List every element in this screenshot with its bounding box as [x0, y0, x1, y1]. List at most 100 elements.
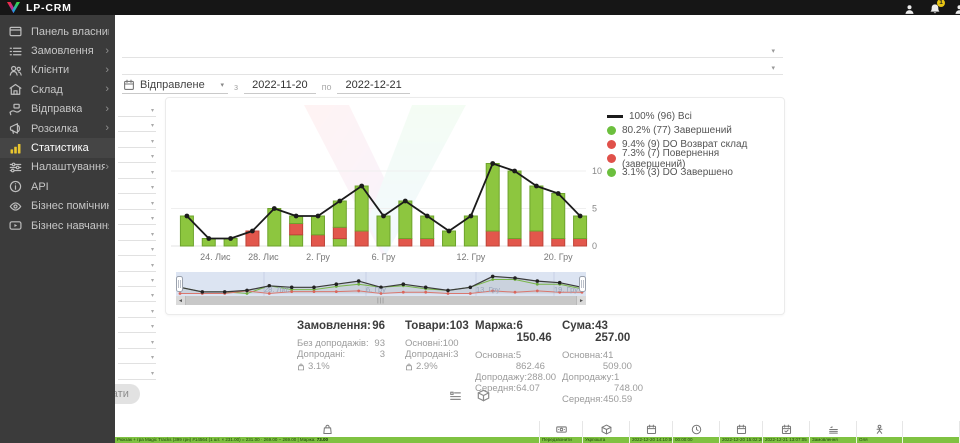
sidebar-item-mailing[interactable]: Розсилка›	[0, 119, 115, 138]
chevron-down-icon: ▾	[151, 122, 154, 129]
filter-mini-select-11[interactable]: ▾	[118, 258, 156, 272]
summary-stats: Замовлення:96Без допродажів:93Допродані:…	[297, 320, 642, 382]
top-filter-select-2[interactable]: ▾	[122, 61, 783, 75]
navigator-handle	[177, 277, 183, 292]
date-from-input[interactable]: 2022-11-20	[244, 79, 315, 94]
sidebar-item-label: Панель власника	[31, 26, 109, 38]
sidebar-item-clients[interactable]: Клієнти›	[0, 61, 115, 80]
filter-mini-select-9[interactable]: ▾	[118, 227, 156, 241]
filter-mini-select-14[interactable]: ▾	[118, 304, 156, 318]
chevron-down-icon: ▾	[151, 339, 154, 346]
stat-subrow: Основні:100	[405, 338, 457, 349]
table-header-banknote-icon[interactable]	[540, 421, 583, 437]
filter-mini-select-2[interactable]: ▾	[118, 118, 156, 132]
sidebar-item-business-helpers[interactable]: Бізнес помічники	[0, 197, 115, 216]
navigator-scrollbar[interactable]: ◄ ||| ►	[176, 296, 586, 305]
legend-line-marker	[607, 115, 623, 118]
sidebar-item-owner-panel[interactable]: Панель власника	[0, 22, 115, 41]
filter-mini-select-8[interactable]: ▾	[118, 211, 156, 225]
list-view-icon[interactable]	[449, 389, 462, 407]
filter-mini-select-6[interactable]: ▾	[118, 180, 156, 194]
stat-subrow: Допродажу:1 748.00	[562, 372, 632, 394]
filter-mini-select-16[interactable]: ▾	[118, 335, 156, 349]
table-header-calendar-icon[interactable]	[630, 421, 673, 437]
order-cell	[903, 437, 960, 443]
date-type-dropdown[interactable]: Відправлене ▾	[122, 79, 228, 94]
sidebar: Панель власника Замовлення›Клієнти›Склад›…	[0, 15, 115, 443]
legend-label: 3.1% (3) DO Завершено	[622, 167, 733, 178]
sidebar-item-shipping[interactable]: Відправка›	[0, 100, 115, 119]
filter-mini-select-4[interactable]: ▾	[118, 149, 156, 163]
legend-label: 7.3% (7) Повернення (завершений)	[622, 148, 784, 170]
table-header-bag-icon[interactable]	[115, 421, 540, 437]
scroll-left-arrow-icon[interactable]: ◄	[176, 298, 185, 304]
filter-mini-select-12[interactable]: ▾	[118, 273, 156, 287]
sidebar-item-label: Бізнес помічники	[31, 200, 109, 212]
scroll-right-arrow-icon[interactable]: ►	[577, 298, 586, 304]
filter-mini-select-17[interactable]: ▾	[118, 350, 156, 364]
stat-value: 6 150.46	[517, 320, 552, 344]
stats-column: Маржа:6 150.46Основна:5 862.46Допродажу:…	[475, 320, 539, 394]
chevron-right-icon: ›	[105, 65, 109, 76]
table-header-share-person-icon[interactable]	[857, 421, 903, 437]
stat-subrow: Основна:41 509.00	[562, 350, 632, 372]
table-header-calendar-check-icon[interactable]	[763, 421, 810, 437]
filter-mini-select-3[interactable]: ▾	[118, 134, 156, 148]
filter-mini-select-7[interactable]: ▾	[118, 196, 156, 210]
profile-icon[interactable]	[904, 2, 916, 14]
filter-mini-select-13[interactable]: ▾	[118, 288, 156, 302]
notification-badge: 1	[937, 0, 945, 7]
filter-mini-select-5[interactable]: ▾	[118, 165, 156, 179]
statistics-icon	[9, 142, 23, 154]
date-filter-bar: Відправлене ▾ з 2022-11-20 по 2022-12-21	[122, 77, 410, 94]
table-header-cell[interactable]	[903, 421, 960, 437]
filter-mini-select-1[interactable]: ▾	[118, 103, 156, 117]
filter-mini-select-18[interactable]: ▾	[118, 366, 156, 380]
legend-item[interactable]: 100% (96) Всі	[607, 109, 784, 123]
legend-item[interactable]: 80.2% (77) Завершений	[607, 123, 784, 137]
chevron-right-icon: ›	[105, 84, 109, 95]
sidebar-item-statistics[interactable]: Статистика	[0, 138, 115, 157]
table-header-sort-icon[interactable]	[810, 421, 857, 437]
sidebar-item-warehouse[interactable]: Склад›	[0, 80, 115, 99]
top-filter-select-1[interactable]: ▾	[122, 44, 783, 58]
sidebar-item-settings[interactable]: Налаштування›	[0, 158, 115, 177]
sidebar-item-business-training[interactable]: Бізнес навчання	[0, 216, 115, 235]
filter-mini-select-15[interactable]: ▾	[118, 319, 156, 333]
scrollbar-thumb[interactable]: |||	[185, 296, 577, 305]
chevron-down-icon: ▾	[151, 292, 154, 299]
orders-icon	[9, 45, 23, 57]
top-bar: LP-CRM 1	[0, 0, 960, 15]
shipping-icon	[9, 103, 23, 115]
chevron-down-icon: ▾	[220, 81, 224, 89]
stats-column: Замовлення:96Без допродажів:93Допродані:…	[297, 320, 385, 372]
app-logo[interactable]: LP-CRM	[0, 1, 72, 14]
legend-item[interactable]: 7.3% (7) Повернення (завершений)	[607, 152, 784, 166]
sidebar-item-label: Статистика	[31, 142, 89, 154]
chart-range-navigator[interactable]: 28. Лис6. Гру13. Гру19. Гру	[176, 272, 586, 296]
table-row[interactable]: Рюкзак + гра Magic Tracks (399 грн) #145…	[115, 437, 960, 443]
chevron-down-icon: ▾	[151, 138, 154, 145]
date-to-input[interactable]: 2022-12-21	[337, 79, 409, 94]
main-chart[interactable]: 051024. Лис28. Лис2. Гру6. Гру12. Гру20.…	[171, 153, 611, 283]
chevron-down-icon: ▾	[771, 47, 775, 55]
legend-dot-marker	[607, 126, 616, 135]
stat-subrow: Допродажу:288.00	[475, 372, 539, 383]
table-header-calendar-icon[interactable]	[720, 421, 763, 437]
user-icon[interactable]	[954, 2, 960, 14]
chevron-right-icon: ›	[105, 46, 109, 57]
table-header-package-icon[interactable]	[583, 421, 630, 437]
chevron-down-icon: ▾	[151, 215, 154, 222]
table-header-clock-icon[interactable]	[673, 421, 720, 437]
date-type-label: Відправлене	[140, 79, 205, 91]
notifications-bell-icon[interactable]: 1	[929, 2, 941, 14]
warehouse-icon	[9, 84, 23, 96]
filter-mini-select-10[interactable]: ▾	[118, 242, 156, 256]
sidebar-item-orders[interactable]: Замовлення›	[0, 41, 115, 60]
sidebar-item-api[interactable]: API	[0, 177, 115, 196]
stat-subrow: Середня:450.59	[562, 394, 632, 405]
helpers-icon	[9, 200, 23, 212]
order-cell: Замовлення	[810, 437, 857, 443]
package-view-icon[interactable]	[477, 389, 490, 407]
stat-title: Сума:43 257.00	[562, 320, 632, 344]
